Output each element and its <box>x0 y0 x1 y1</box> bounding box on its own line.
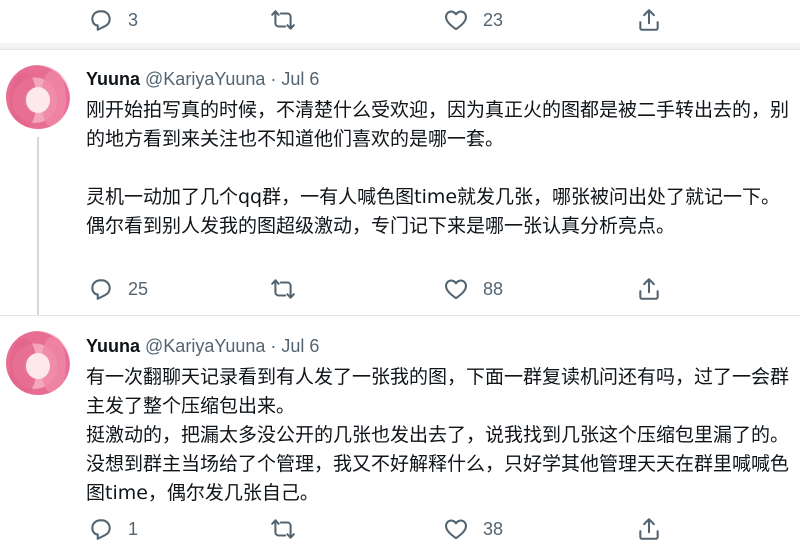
tweet-paragraph <box>86 154 792 183</box>
avatar[interactable] <box>6 65 70 129</box>
share-button[interactable] <box>636 0 662 40</box>
tweet-paragraph: 刚开始拍写真的时候，不清楚什么受欢迎，因为真正火的图都是被二手转出去的，别的地方… <box>86 99 790 150</box>
reply-button[interactable]: 25 <box>88 269 148 309</box>
author-handle[interactable]: @KariyaYuuna <box>145 69 265 89</box>
like-button[interactable]: 88 <box>443 269 503 309</box>
separator: · <box>270 69 277 89</box>
retweet-icon <box>271 519 295 539</box>
author-name[interactable]: Yuuna <box>86 336 140 356</box>
heart-icon <box>445 519 467 540</box>
like-button[interactable]: 38 <box>443 509 503 549</box>
retweet-button[interactable] <box>270 0 296 40</box>
separator: · <box>270 336 277 356</box>
avatar[interactable] <box>6 331 70 395</box>
share-icon <box>639 9 659 31</box>
tweet-header: Yuuna @KariyaYuuna · Jul 6 <box>86 336 319 360</box>
tweet-paragraph: 灵机一动加了几个qq群，一有人喊色图time就发几张，哪张被问出处了就记一下。偶… <box>86 186 781 237</box>
heart-icon <box>445 10 467 31</box>
tweet-date[interactable]: Jul 6 <box>281 69 319 89</box>
like-button[interactable]: 23 <box>443 0 503 40</box>
reply-icon <box>91 10 111 31</box>
like-count: 38 <box>483 518 504 539</box>
reply-count: 1 <box>128 518 139 539</box>
share-icon <box>639 518 659 540</box>
tweet-paragraph: 有一次翻聊天记录看到有人发了一张我的图，下面一群复读机问还有吗，过了一会群主发了… <box>86 366 790 417</box>
top-action-bar: 3 23 <box>0 0 800 40</box>
tweet-action-bar: 25 88 <box>0 269 800 309</box>
tweet-paragraph: 挺激动的，把漏太多没公开的几张也发出去了，说我找到几张这个压缩包里漏了的。没想到… <box>86 424 790 504</box>
share-icon <box>639 278 659 300</box>
tweet-date[interactable]: Jul 6 <box>281 336 319 356</box>
tweet-text: 刚开始拍写真的时候，不清楚什么受欢迎，因为真正火的图都是被二手转出去的，别的地方… <box>86 96 792 241</box>
reply-icon <box>91 279 111 300</box>
retweet-button[interactable] <box>270 269 296 309</box>
tweet[interactable]: Yuuna @KariyaYuuna · Jul 6 有一次翻聊天记录看到有人发… <box>0 315 800 549</box>
tweet-text: 有一次翻聊天记录看到有人发了一张我的图，下面一群复读机问还有吗，过了一会群主发了… <box>86 363 792 508</box>
reply-button[interactable]: 3 <box>88 0 138 40</box>
like-count: 88 <box>483 278 504 299</box>
share-button[interactable] <box>636 269 662 309</box>
share-button[interactable] <box>636 509 662 549</box>
reply-count: 3 <box>128 9 139 30</box>
author-handle[interactable]: @KariyaYuuna <box>145 336 265 356</box>
retweet-icon <box>271 279 295 299</box>
reply-count: 25 <box>128 278 149 299</box>
heart-icon <box>445 279 467 300</box>
tweet-header: Yuuna @KariyaYuuna · Jul 6 <box>86 69 319 93</box>
author-name[interactable]: Yuuna <box>86 69 140 89</box>
tweet[interactable]: Yuuna @KariyaYuuna · Jul 6 刚开始拍写真的时候，不清楚… <box>0 49 800 315</box>
retweet-button[interactable] <box>270 509 296 549</box>
tweet-action-bar: 1 38 <box>0 509 800 549</box>
reply-icon <box>91 519 111 540</box>
reply-button[interactable]: 1 <box>88 509 138 549</box>
like-count: 23 <box>483 9 504 30</box>
retweet-icon <box>271 10 295 30</box>
